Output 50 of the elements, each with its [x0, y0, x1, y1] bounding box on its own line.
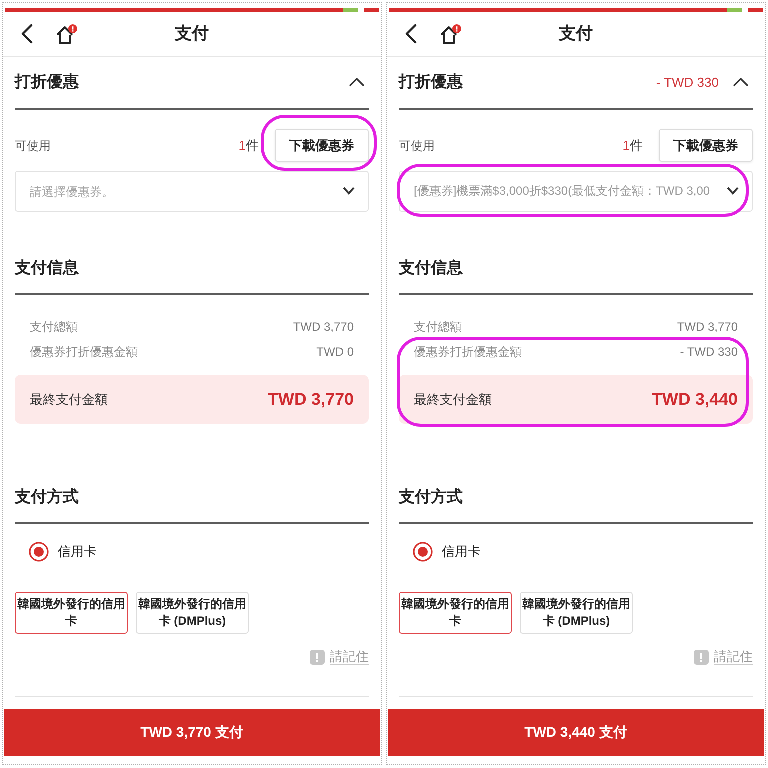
- section-title: 打折優惠: [399, 72, 463, 92]
- row-label: 支付總額: [30, 318, 78, 336]
- chevron-up-icon[interactable]: [733, 78, 749, 87]
- exclamation-icon: [310, 650, 325, 664]
- back-icon[interactable]: [405, 24, 417, 44]
- coupon-select[interactable]: 請選擇優惠券。: [15, 171, 369, 212]
- chevron-down-icon: [343, 187, 355, 195]
- row-value: - TWD 330: [680, 344, 738, 360]
- card-type-option[interactable]: 韓國境外發行的信用卡 (DMPlus): [136, 592, 249, 634]
- card-type-option[interactable]: 韓國境外發行的信用卡 (DMPlus): [520, 592, 633, 634]
- final-amount: TWD 3,770: [268, 388, 354, 411]
- pay-button[interactable]: TWD 3,440 支付: [388, 709, 764, 756]
- back-icon[interactable]: [21, 24, 33, 44]
- section-title: 支付方式: [15, 487, 79, 508]
- row-value: TWD 3,770: [293, 318, 354, 336]
- radio-button[interactable]: [413, 542, 433, 562]
- count-unit: 件: [246, 136, 259, 155]
- exclamation-icon: [694, 650, 709, 664]
- download-coupon-button[interactable]: 下載優惠券: [275, 129, 369, 162]
- home-icon[interactable]: [440, 24, 462, 44]
- discount-amount: - TWD 330: [656, 74, 719, 92]
- coupon-count: 1: [238, 136, 246, 155]
- home-icon[interactable]: [56, 24, 78, 44]
- card-type-option[interactable]: 韓國境外發行的信用卡: [15, 592, 128, 634]
- row-value: TWD 3,770: [677, 318, 738, 336]
- radio-label: 信用卡: [442, 543, 481, 562]
- section-title: 打折優惠: [15, 72, 79, 92]
- radio-label: 信用卡: [58, 543, 97, 562]
- available-label: 可使用: [15, 138, 51, 154]
- card-type-option[interactable]: 韓國境外發行的信用卡: [399, 592, 512, 634]
- row-label: 優惠券打折優惠金額: [30, 344, 138, 360]
- section-title: 支付信息: [15, 258, 79, 278]
- available-label: 可使用: [399, 138, 435, 154]
- final-amount-label: 最終支付金額: [30, 390, 108, 409]
- pay-button[interactable]: TWD 3,770 支付: [4, 709, 380, 756]
- row-label: 優惠券打折優惠金額: [414, 344, 522, 360]
- page-title: 支付: [175, 23, 209, 46]
- page-title: 支付: [559, 23, 593, 46]
- coupon-count: 1: [622, 136, 630, 155]
- count-unit: 件: [630, 136, 643, 155]
- final-amount: TWD 3,440: [652, 388, 738, 411]
- section-title: 支付方式: [399, 487, 463, 508]
- radio-button[interactable]: [29, 542, 49, 562]
- row-value: TWD 0: [316, 344, 354, 360]
- chevron-up-icon[interactable]: [349, 78, 365, 87]
- final-amount-label: 最終支付金額: [414, 390, 492, 409]
- chevron-down-icon: [727, 187, 739, 195]
- download-coupon-button[interactable]: 下載優惠券: [659, 129, 753, 162]
- row-label: 支付總額: [414, 318, 462, 336]
- section-title: 支付信息: [399, 258, 463, 278]
